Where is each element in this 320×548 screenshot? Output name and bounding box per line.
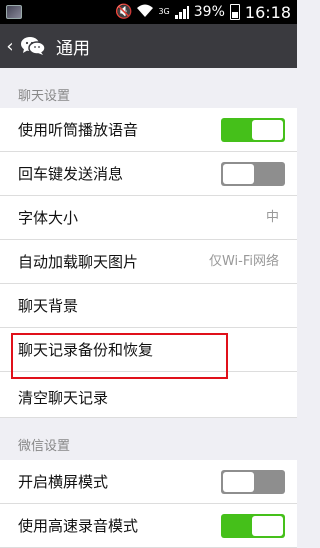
enter-send-toggle[interactable] xyxy=(221,162,285,186)
row-auto-download-images[interactable]: 自动加载聊天图片 仅Wi-Fi网络 xyxy=(0,240,297,284)
wechat-icon[interactable] xyxy=(20,36,46,56)
network-type-label: 3G xyxy=(158,7,170,16)
row-label: 开启横屏模式 xyxy=(18,473,109,491)
row-font-size[interactable]: 字体大小 中 xyxy=(0,196,297,240)
clock: 16:18 xyxy=(244,2,291,22)
mute-icon: 🔇 xyxy=(115,4,133,20)
signal-icon xyxy=(174,5,189,19)
battery-icon xyxy=(229,4,240,20)
row-label: 自动加载聊天图片 xyxy=(18,253,139,271)
battery-percent: 39% xyxy=(193,4,225,20)
landscape-toggle[interactable] xyxy=(221,470,285,494)
row-high-speed-recording[interactable]: 使用高速录音模式 xyxy=(0,504,297,548)
row-label: 聊天背景 xyxy=(18,297,79,315)
row-label: 使用高速录音模式 xyxy=(18,517,139,535)
row-label: 清空聊天记录 xyxy=(18,389,109,407)
chevron-left-icon[interactable]: ‹ xyxy=(2,36,18,57)
auto-download-value: 仅Wi-Fi网络 xyxy=(208,254,279,269)
earpiece-toggle[interactable] xyxy=(221,118,285,142)
row-chat-background[interactable]: 聊天背景 xyxy=(0,284,297,328)
hq-record-toggle[interactable] xyxy=(221,514,285,538)
status-bar: 🔇 3G 39% 16:18 xyxy=(0,0,297,24)
row-enter-to-send[interactable]: 回车键发送消息 xyxy=(0,152,297,196)
wifi-icon xyxy=(137,4,154,21)
section-header-wechat: 微信设置 xyxy=(18,439,71,454)
row-landscape-mode[interactable]: 开启横屏模式 xyxy=(0,460,297,504)
row-label: 使用听筒播放语音 xyxy=(18,121,139,139)
page-title: 通用 xyxy=(56,38,90,59)
highlight-box xyxy=(11,333,228,379)
row-label: 字体大小 xyxy=(18,209,79,227)
font-size-value: 中 xyxy=(265,210,279,225)
notification-image-icon xyxy=(6,5,22,19)
nav-bar: ‹ 通用 xyxy=(0,24,297,68)
row-label: 回车键发送消息 xyxy=(18,165,124,183)
row-earpiece-playback[interactable]: 使用听筒播放语音 xyxy=(0,108,297,152)
